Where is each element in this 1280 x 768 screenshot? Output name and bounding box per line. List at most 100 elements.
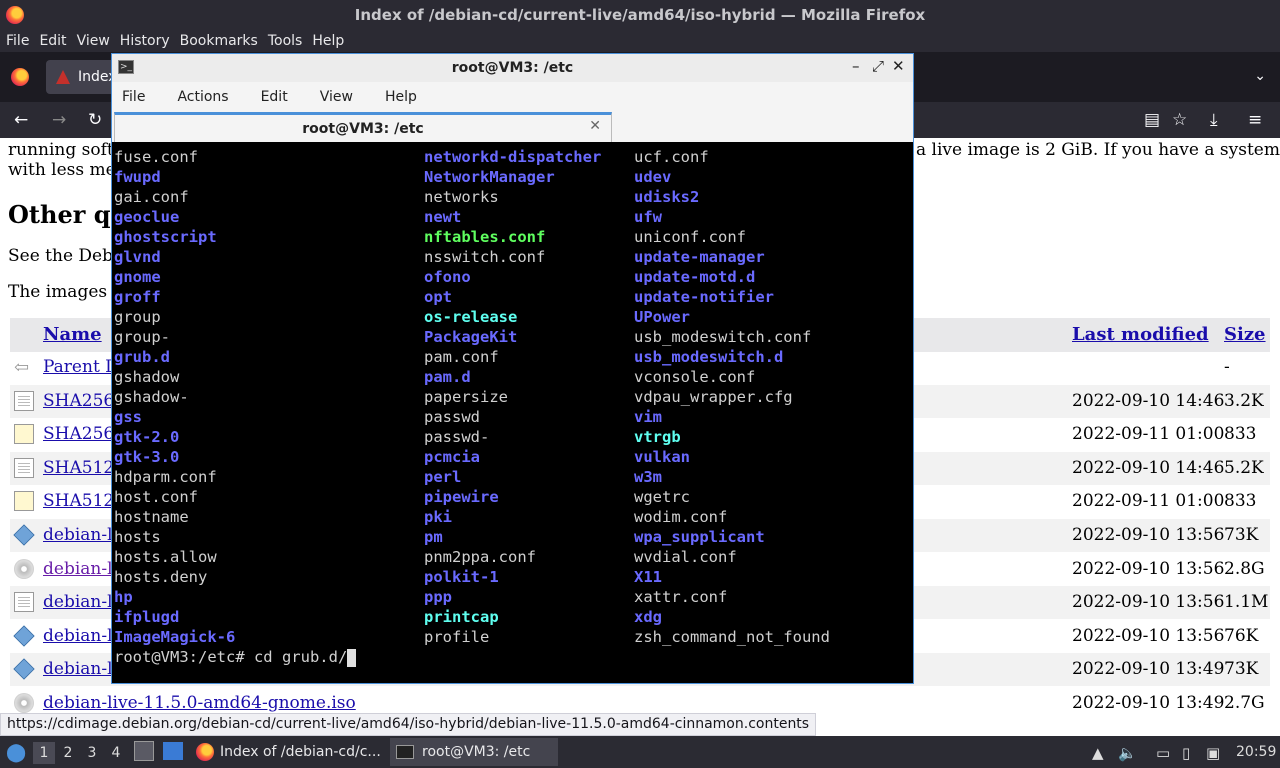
show-desktop-icon[interactable] xyxy=(163,742,183,760)
file-size: 5.2K xyxy=(1224,457,1264,478)
ls-entry: host.conf xyxy=(114,488,198,506)
reload-icon[interactable]: ↻ xyxy=(88,110,102,130)
ls-entry: gnome xyxy=(114,268,161,286)
ls-entry: wodim.conf xyxy=(634,508,728,526)
ls-entry: hp xyxy=(114,588,133,606)
signature-icon xyxy=(14,491,34,512)
ff-menu-tools[interactable]: Tools xyxy=(268,33,303,49)
maximize-icon[interactable]: ⤢ xyxy=(872,57,884,75)
file-date: 2022-09-10 13:56 xyxy=(1072,558,1225,579)
file-link[interactable]: debian-live-11.5.0-amd64-gnome.iso xyxy=(43,693,356,713)
workspace-2[interactable]: 2 xyxy=(57,742,79,764)
reader-view-icon[interactable]: ▤ xyxy=(1144,110,1160,130)
file-size: 3.2K xyxy=(1224,390,1264,411)
taskbar-firefox[interactable]: Index of /debian-cd/c... xyxy=(190,738,386,766)
ls-entry: wvdial.conf xyxy=(634,548,737,566)
terminal-tab[interactable]: root@VM3: /etc ✕ xyxy=(114,112,612,142)
file-link[interactable]: debian-l xyxy=(43,626,113,646)
forward-arrow-icon[interactable]: → xyxy=(52,110,66,130)
workspace-3[interactable]: 3 xyxy=(81,742,103,764)
ls-entry: update-manager xyxy=(634,248,765,266)
ls-entry: opt xyxy=(424,288,452,306)
tab-close-icon[interactable]: ✕ xyxy=(589,118,601,134)
file-size: 73K xyxy=(1224,659,1259,680)
term-menu-actions[interactable]: Actions xyxy=(177,89,228,105)
terminal-titlebar[interactable]: >_ root@VM3: /etc – ⤢ ✕ xyxy=(112,54,913,82)
file-date: 2022-09-10 13:56 xyxy=(1072,592,1225,613)
hamburger-menu-icon[interactable]: ≡ xyxy=(1248,110,1262,130)
file-link[interactable]: SHA256 xyxy=(43,391,114,411)
shell-prompt[interactable]: root@VM3:/etc# cd grub.d/ xyxy=(114,647,357,667)
ls-entry: passwd xyxy=(424,408,480,426)
sort-by-modified-link[interactable]: Last modified xyxy=(1072,324,1209,345)
chevron-down-icon[interactable]: ⌄ xyxy=(1254,68,1266,84)
back-arrow-icon[interactable]: ← xyxy=(14,110,28,130)
ff-menu-history[interactable]: History xyxy=(120,33,170,49)
clipboard-icon[interactable]: ▯ xyxy=(1182,744,1190,762)
file-manager-icon[interactable] xyxy=(134,741,154,761)
ls-entry: udev xyxy=(634,168,672,186)
ff-menu-bookmarks[interactable]: Bookmarks xyxy=(180,33,258,49)
firefox-view-icon[interactable] xyxy=(11,68,29,86)
term-menu-help[interactable]: Help xyxy=(385,89,417,105)
minimize-icon[interactable]: – xyxy=(852,57,860,75)
tray-arrow-icon[interactable]: ▲ xyxy=(1092,744,1104,762)
downloads-icon[interactable]: ⤓ xyxy=(1210,110,1218,130)
bookmark-star-icon[interactable]: ☆ xyxy=(1172,110,1187,130)
ls-entry: geoclue xyxy=(114,208,180,226)
file-link[interactable]: Parent D xyxy=(43,357,119,377)
ls-entry: pipewire xyxy=(424,488,499,506)
ls-entry: passwd- xyxy=(424,428,490,446)
file-link[interactable]: SHA256 xyxy=(43,424,114,444)
ls-entry: os-release xyxy=(424,308,518,326)
terminal-icon: >_ xyxy=(118,60,134,74)
taskbar-terminal[interactable]: root@VM3: /etc xyxy=(390,738,558,766)
terminal-tab-label: root@VM3: /etc xyxy=(302,120,424,137)
ls-entry: vulkan xyxy=(634,448,690,466)
ls-entry: hosts.deny xyxy=(114,568,208,586)
close-icon[interactable]: ✕ xyxy=(892,57,905,75)
ls-entry: uniconf.conf xyxy=(634,228,746,246)
debian-favicon-icon xyxy=(56,70,70,84)
sort-by-size-link[interactable]: Size xyxy=(1224,324,1266,345)
file-size: 73K xyxy=(1224,525,1259,545)
prompt-text: root@VM3:/etc# cd grub.d/ xyxy=(114,648,348,666)
term-menu-view[interactable]: View xyxy=(320,89,353,105)
ls-entry: hosts xyxy=(114,528,161,546)
clock[interactable]: 20:59 xyxy=(1236,744,1276,760)
ls-entry: gshadow- xyxy=(114,388,189,406)
file-link[interactable]: debian-l xyxy=(43,525,113,545)
workspace-4[interactable]: 4 xyxy=(105,742,127,764)
ls-entry: wpa_supplicant xyxy=(634,528,765,546)
file-link[interactable]: debian-l xyxy=(43,559,113,579)
sort-by-name-link[interactable]: Name xyxy=(43,324,102,345)
ls-entry: usb_modeswitch.d xyxy=(634,348,784,366)
file-date: 2022-09-11 01:00 xyxy=(1072,491,1225,512)
term-menu-file[interactable]: File xyxy=(122,89,145,105)
term-menu-edit[interactable]: Edit xyxy=(261,89,288,105)
ls-entry: nsswitch.conf xyxy=(424,248,546,266)
ls-entry: group- xyxy=(114,328,170,346)
update-icon[interactable]: ▣ xyxy=(1206,744,1220,762)
workspace-1[interactable]: 1 xyxy=(33,742,55,764)
ff-menu-view[interactable]: View xyxy=(77,33,110,49)
ff-menu-help[interactable]: Help xyxy=(312,33,344,49)
terminal-output[interactable]: fuse.conf fwupd gai.conf geoclue ghostscript… xyxy=(114,145,910,681)
network-icon[interactable]: ▭ xyxy=(1156,744,1170,762)
ls-entry: ufw xyxy=(634,208,662,226)
ls-entry: X11 xyxy=(634,568,662,586)
file-link[interactable]: SHA512 xyxy=(43,458,114,478)
file-size: 1.1M xyxy=(1224,592,1269,613)
file-link[interactable]: debian-l xyxy=(43,592,113,612)
ls-entry: ppp xyxy=(424,588,452,606)
ff-menu-file[interactable]: File xyxy=(6,33,29,49)
start-menu-icon[interactable]: ⬤ xyxy=(6,742,26,763)
ls-entry: update-notifier xyxy=(634,288,774,306)
ls-entry: vdpau_wrapper.cfg xyxy=(634,388,793,406)
volume-icon[interactable]: 🔈 xyxy=(1118,744,1137,762)
ls-entry: pam.d xyxy=(424,368,471,386)
ff-menu-edit[interactable]: Edit xyxy=(39,33,66,49)
file-link[interactable]: SHA512 xyxy=(43,491,114,511)
ls-entry: hosts.allow xyxy=(114,548,217,566)
file-link[interactable]: debian-l xyxy=(43,659,113,679)
